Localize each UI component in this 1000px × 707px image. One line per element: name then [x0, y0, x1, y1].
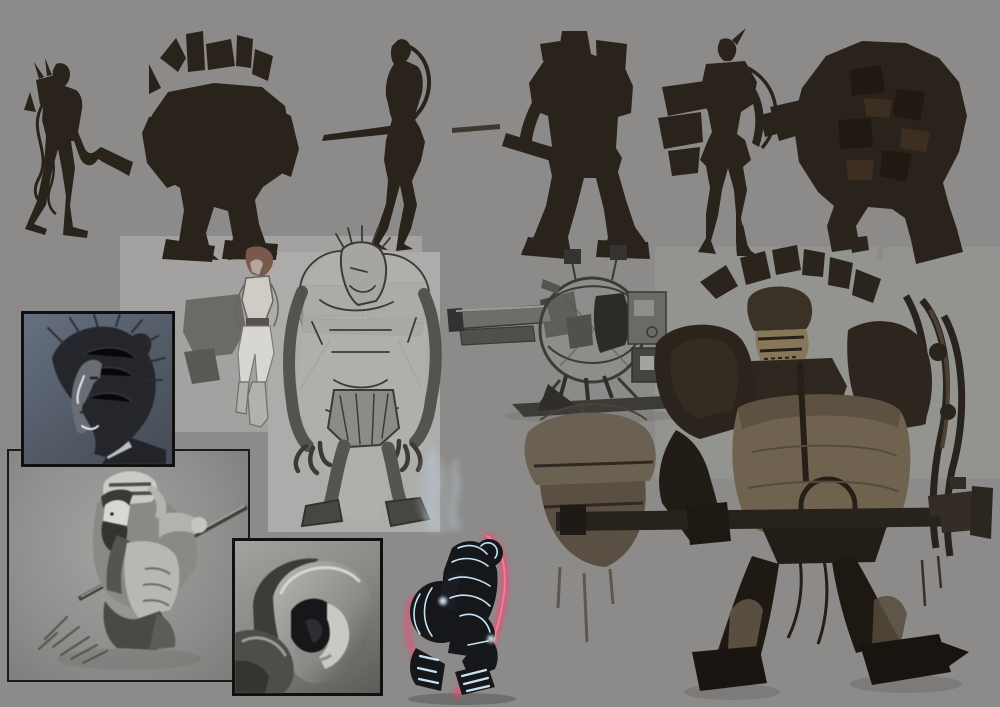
portrait-panel — [21, 311, 175, 467]
crouching-hunter-art — [9, 451, 248, 680]
portrait-art — [24, 314, 172, 464]
crouching-hunter-panel — [7, 449, 250, 682]
helmet-panel — [232, 538, 383, 696]
silhouette-bulk-mech — [760, 41, 967, 264]
silhouette-arm-cannon — [658, 28, 776, 256]
silhouette-blade-assassin — [322, 39, 500, 251]
silhouette-heavy-mech — [142, 31, 299, 262]
concept-art-board — [0, 0, 1000, 707]
neon-suit — [408, 442, 516, 705]
silhouette-scout — [24, 58, 133, 238]
silhouette-trooper — [502, 31, 650, 259]
helmet-art — [235, 541, 380, 693]
suit-body — [410, 539, 503, 695]
gun-pod-vehicle — [447, 245, 680, 423]
